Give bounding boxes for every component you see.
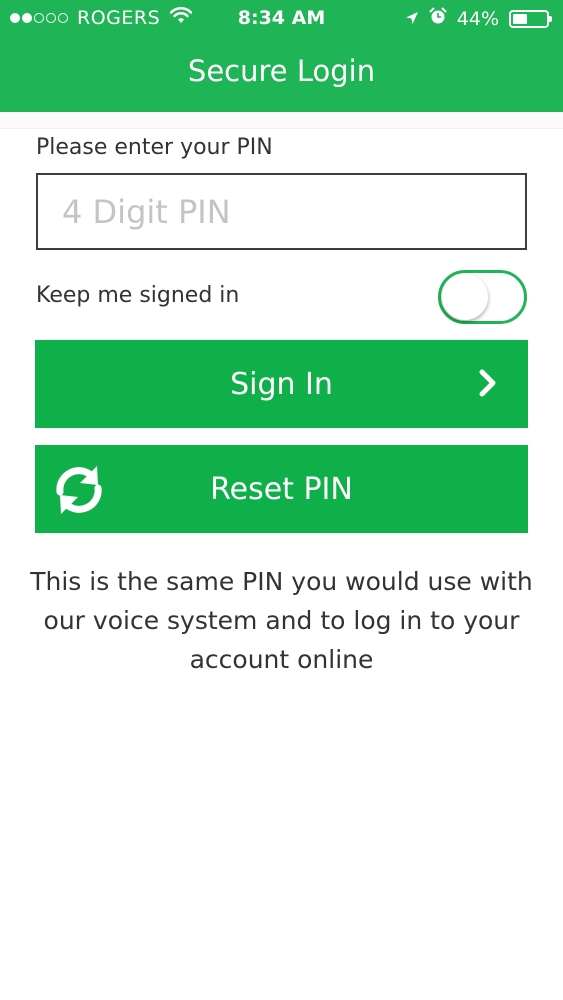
location-arrow-icon (405, 8, 419, 30)
toggle-knob (442, 274, 488, 320)
battery-percent: 44% (456, 7, 499, 30)
status-right: 44% (405, 7, 553, 30)
sign-in-label: Sign In (230, 366, 333, 402)
battery-fill (513, 13, 527, 24)
header-divider (0, 112, 563, 129)
pin-input[interactable] (36, 173, 527, 250)
sign-in-button[interactable]: Sign In (35, 340, 528, 428)
app-header: ROGERS 8:34 AM 44% Secure Login (0, 0, 563, 112)
keep-signed-in-label: Keep me signed in (36, 283, 240, 308)
reset-pin-button[interactable]: Reset PIN (35, 445, 528, 533)
keep-signed-in-toggle[interactable] (438, 270, 527, 324)
chevron-right-icon (478, 368, 498, 406)
refresh-icon (51, 462, 107, 526)
status-bar: ROGERS 8:34 AM 44% (0, 0, 563, 36)
page-title: Secure Login (187, 54, 376, 88)
pin-info-text: This is the same PIN you would use with … (30, 567, 533, 674)
battery-icon (509, 9, 552, 28)
alarm-clock-icon (429, 7, 447, 30)
pin-label: Please enter your PIN (36, 135, 273, 160)
reset-pin-label: Reset PIN (210, 471, 353, 507)
